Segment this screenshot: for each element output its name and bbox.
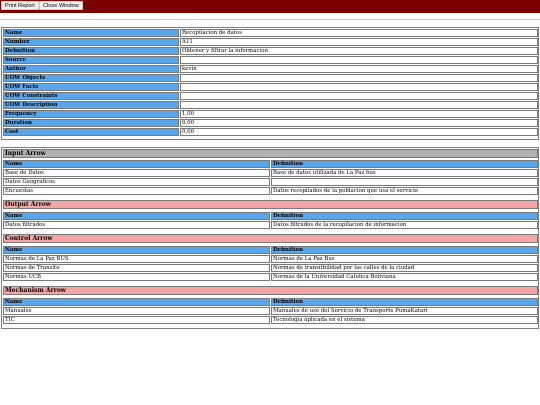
details-value: A11 (180, 38, 538, 46)
column-header-definition: Definition (271, 212, 538, 220)
details-key: Source (3, 56, 179, 64)
print-report-button[interactable]: Print Report (1, 1, 39, 10)
top-toolbar: Print Report Close Window (0, 0, 540, 13)
details-table: Name Recopilacion de datos Number A11 De… (1, 27, 539, 140)
definition-cell: Normas de transitbilidad por las calles … (271, 264, 538, 272)
details-value (180, 74, 538, 82)
details-key: Cost (3, 128, 179, 136)
definition-cell: Tecnologia aplicada en el sistema (271, 316, 538, 324)
definition-cell: Datos recopilados de la poblacion que us… (271, 187, 538, 195)
column-header-name: Name (3, 212, 270, 220)
details-key: UOW Objects (3, 74, 179, 82)
details-value (180, 101, 538, 109)
section-title-output-arrow: Output Arrow (3, 200, 538, 209)
details-key: Frequency (3, 110, 179, 118)
definition-cell: Manuales de uso del Servicio de Transpor… (271, 307, 538, 315)
details-value: 0,00 (180, 119, 538, 127)
definition-cell (271, 178, 538, 186)
name-cell: Datos filtrados (3, 221, 270, 229)
details-value: Recopilacion de datos (180, 29, 538, 37)
details-value (180, 83, 538, 91)
column-header-definition: Definition (271, 298, 538, 306)
definition-cell: Datos filtrados de la recopilacion de in… (271, 221, 538, 229)
name-cell: Normas UCB (3, 273, 270, 281)
name-cell: Base de Datos (3, 169, 270, 177)
details-key: UOW Facts (3, 83, 179, 91)
details-value (180, 92, 538, 100)
definition-cell: Normas de La Paz Bus (271, 255, 538, 263)
column-header-definition: Definition (271, 246, 538, 254)
close-window-button[interactable]: Close Window (39, 1, 83, 10)
column-header-name: Name (3, 246, 270, 254)
definition-cell: Normas de la Universidad Catolica Bolivi… (271, 273, 538, 281)
name-cell: Datos Geograficos (3, 178, 270, 186)
details-key: Number (3, 38, 179, 46)
divider (0, 19, 540, 20)
name-cell: Normas de La Paz BUS (3, 255, 270, 263)
details-value: kevin (180, 65, 538, 73)
name-cell: TIC (3, 316, 270, 324)
column-header-definition: Definition (271, 160, 538, 168)
details-value: 0,00 (180, 128, 538, 136)
name-cell: Encuestas (3, 187, 270, 195)
details-value (180, 56, 538, 64)
definition-cell: Base de datos utilizada de La Paz bus (271, 169, 538, 177)
section-title-mechanism-arrow: Mechanism Arrow (3, 286, 538, 295)
details-key: UOW Description (3, 101, 179, 109)
details-value: 1,00 (180, 110, 538, 118)
details-key: Author (3, 65, 179, 73)
details-key: Duration (3, 119, 179, 127)
details-value: Obtener y filtrar la informacion (180, 47, 538, 55)
name-cell: Manuales (3, 307, 270, 315)
arrows-table: Input Arrow Name Definition Base de Dato… (1, 147, 539, 329)
section-title-control-arrow: Control Arrow (3, 234, 538, 243)
name-cell: Normas de Transito (3, 264, 270, 272)
details-key: UOW Constraints (3, 92, 179, 100)
details-key: Definition (3, 47, 179, 55)
details-key: Name (3, 29, 179, 37)
section-title-input-arrow: Input Arrow (3, 149, 538, 158)
column-header-name: Name (3, 298, 270, 306)
column-header-name: Name (3, 160, 270, 168)
